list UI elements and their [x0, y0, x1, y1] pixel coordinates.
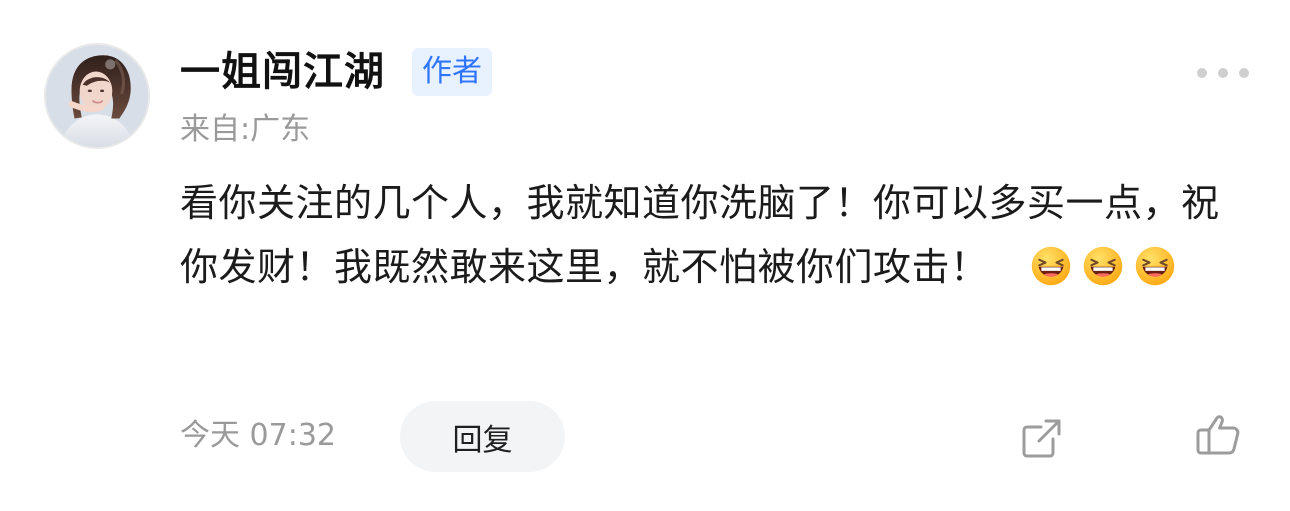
- avatar[interactable]: [44, 43, 150, 149]
- share-icon: [1022, 419, 1061, 458]
- timestamp: 今天 07:32: [180, 418, 336, 453]
- author-badge: 作者: [412, 48, 492, 96]
- comment-card: 一姐闯江湖 作者 来自:广东 看你关注的几个人，我就知道你洗脑了！你可以多买一点…: [0, 0, 1290, 511]
- more-dots-icon: [1239, 68, 1249, 78]
- location-label: 来自:广东: [180, 112, 311, 147]
- reply-button[interactable]: 回复: [400, 401, 565, 472]
- like-button[interactable]: [1193, 409, 1245, 461]
- username[interactable]: 一姐闯江湖: [180, 44, 385, 100]
- emoji-group: [1029, 244, 1177, 288]
- comment-text-block: 看你关注的几个人，我就知道你洗脑了！你可以多买一点，祝你发财！我既然敢来这里，就…: [180, 171, 1220, 299]
- more-button[interactable]: [1197, 62, 1249, 84]
- laughing-emoji-icon: [1135, 246, 1175, 285]
- share-button[interactable]: [1018, 414, 1066, 462]
- laughing-emoji-icon: [1031, 246, 1071, 285]
- thumbs-up-icon: [1196, 415, 1240, 455]
- more-dots-icon: [1197, 68, 1207, 78]
- laughing-emoji-icon: [1083, 246, 1123, 285]
- more-dots-icon: [1218, 68, 1228, 78]
